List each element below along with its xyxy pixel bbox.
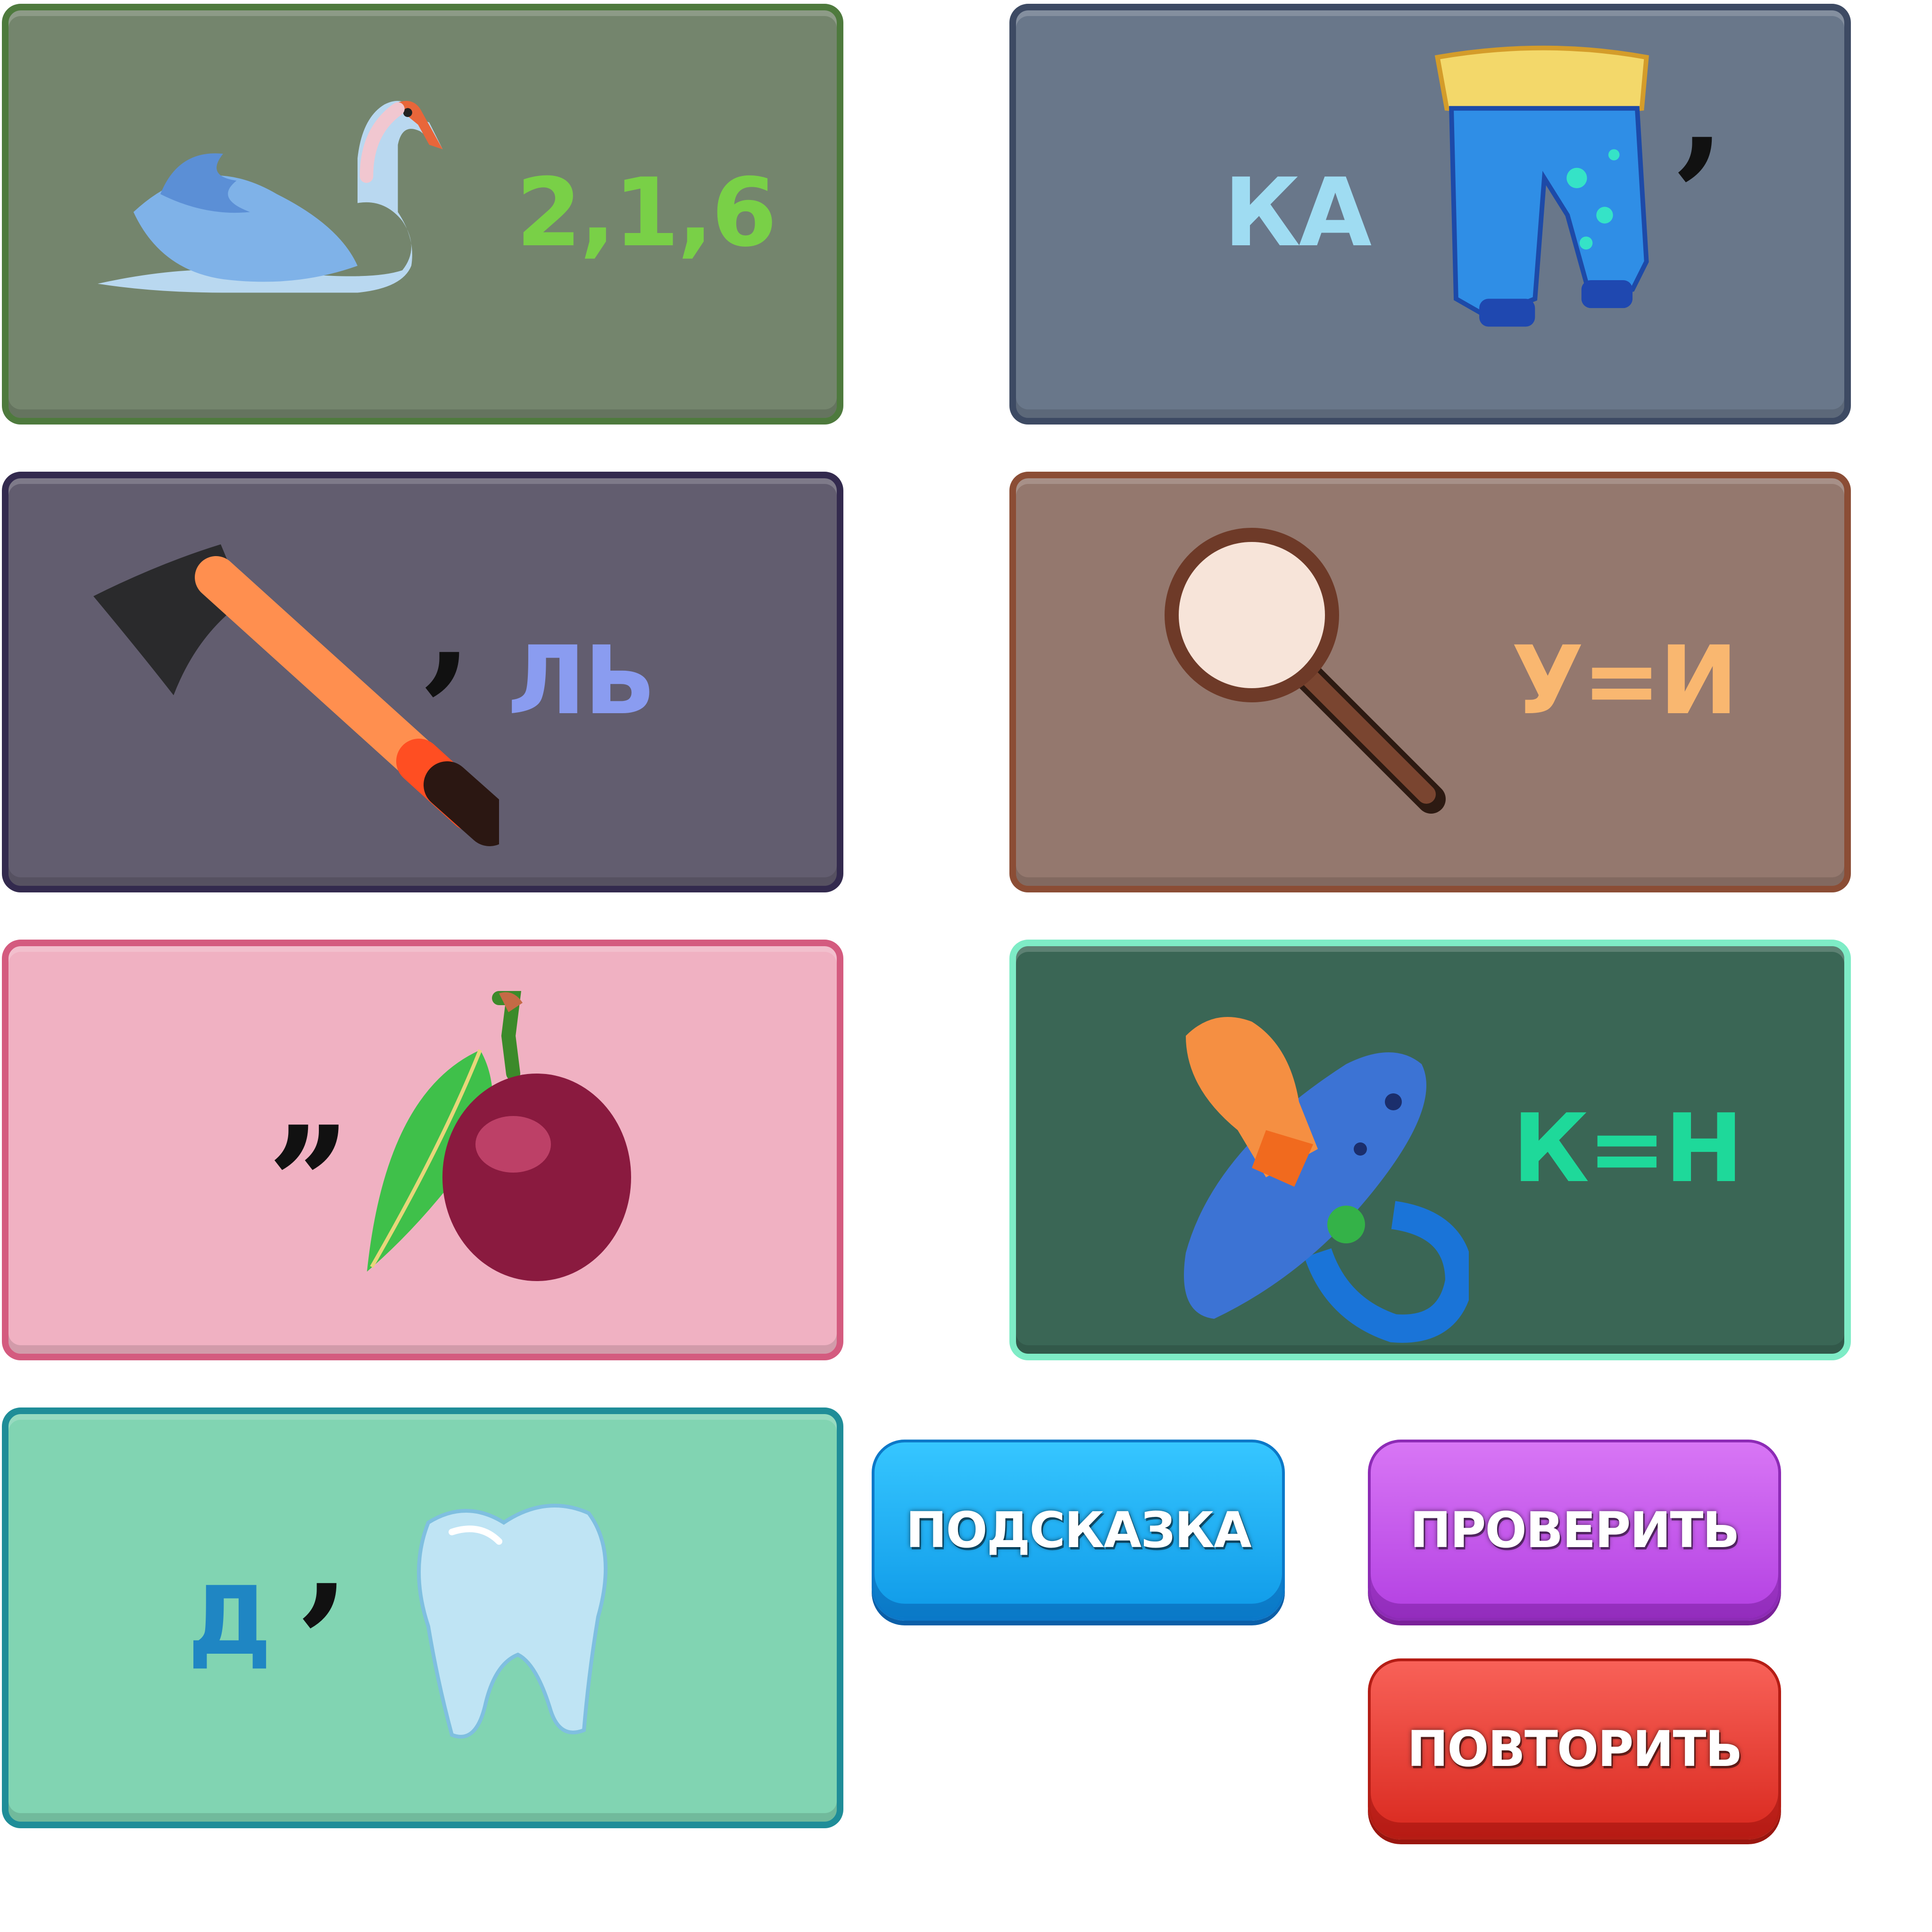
rebus-card-trousers[interactable]: КА , bbox=[1009, 4, 1851, 425]
comma-mark: , bbox=[301, 1472, 350, 1639]
rebus-card-axe[interactable]: , ЛЬ bbox=[2, 472, 843, 892]
comma-mark: , bbox=[424, 541, 473, 708]
rebus-card-swan[interactable]: 2,1,6 bbox=[2, 4, 843, 425]
card-text-before: КА bbox=[1224, 158, 1372, 268]
double-comma-mark: ,, bbox=[273, 1014, 352, 1180]
tooth-icon bbox=[417, 1504, 608, 1739]
rebus-card-pacifier[interactable]: К=Н bbox=[1009, 940, 1851, 1360]
card-text: ЛЬ bbox=[508, 626, 656, 736]
card-text: 2,1,6 bbox=[516, 158, 777, 268]
swan-icon bbox=[98, 100, 443, 293]
pacifier-icon bbox=[1184, 1017, 1469, 1343]
rebus-card-magnifying-glass[interactable]: У=И bbox=[1009, 472, 1851, 892]
plum-icon bbox=[367, 991, 631, 1281]
magnifying-glass-icon bbox=[1165, 528, 1446, 814]
check-button[interactable]: ПРОВЕРИТЬ bbox=[1368, 1440, 1781, 1621]
rebus-card-plum[interactable]: ,, bbox=[2, 940, 843, 1360]
card-text-before: Д bbox=[188, 1566, 272, 1676]
comma-mark: , bbox=[1676, 26, 1726, 192]
hint-button[interactable]: ПОДСКАЗКА bbox=[872, 1440, 1285, 1621]
repeat-button[interactable]: ПОВТОРИТЬ bbox=[1368, 1658, 1781, 1840]
card-text: К=Н bbox=[1512, 1094, 1743, 1204]
trousers-icon bbox=[1434, 45, 1649, 327]
rebus-card-tooth[interactable]: Д , bbox=[2, 1407, 843, 1828]
card-text: У=И bbox=[1511, 626, 1738, 736]
